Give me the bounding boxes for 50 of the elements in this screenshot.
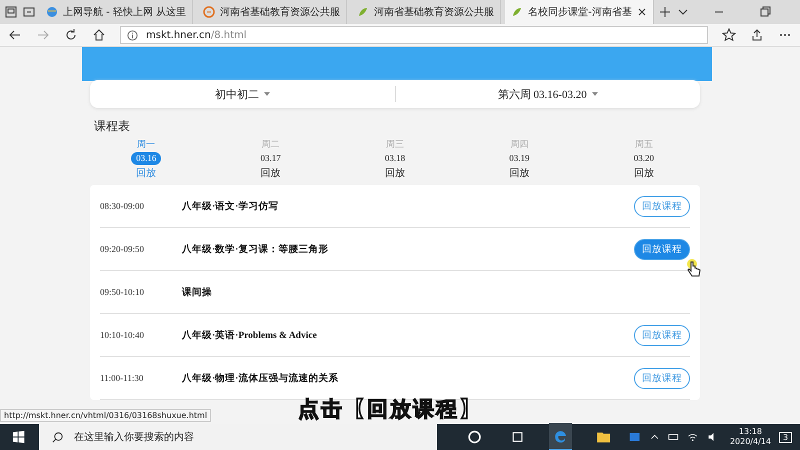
close-icon[interactable] bbox=[636, 7, 647, 17]
new-tab-icon[interactable] bbox=[658, 5, 672, 19]
refresh-icon[interactable] bbox=[64, 28, 78, 42]
day-tab[interactable]: 周三 03.18 回放 bbox=[332, 138, 458, 180]
back-icon[interactable] bbox=[8, 28, 22, 42]
lesson-title: 课间操 bbox=[182, 286, 213, 298]
lesson-title: 八年级·语文·学习仿写 bbox=[182, 200, 280, 212]
status-url: http://mskt.hner.cn/vhtml/0316/03168shuxue.html bbox=[0, 409, 212, 422]
lesson-title: 八年级·数学·复习课：等腰三角形 bbox=[182, 243, 330, 256]
share-icon[interactable] bbox=[750, 28, 764, 42]
clock[interactable]: 13:18 2020/4/14 bbox=[730, 427, 771, 447]
week-dropdown[interactable]: 第六周 03.16-03.20 bbox=[494, 84, 602, 104]
edge-browser-icon[interactable] bbox=[548, 423, 572, 450]
star-icon[interactable] bbox=[722, 28, 736, 42]
lesson-title: 八年级·物理·流体压强与流速的关系 bbox=[182, 372, 340, 384]
day-tab[interactable]: 周二 03.17 回放 bbox=[208, 138, 333, 180]
battery-icon[interactable] bbox=[668, 431, 680, 443]
restore-icon[interactable] bbox=[758, 5, 772, 19]
info-icon bbox=[127, 30, 138, 40]
wifi-icon[interactable] bbox=[687, 431, 699, 443]
windows-start-icon[interactable] bbox=[12, 430, 26, 444]
url-host: mskt.hner.cn bbox=[146, 30, 211, 40]
video-caption: 点击【回放课程】 bbox=[298, 396, 482, 423]
replay-button[interactable]: 回放课程 bbox=[634, 238, 690, 260]
caret-icon bbox=[592, 92, 598, 96]
home-icon[interactable] bbox=[92, 28, 106, 42]
lesson-time: 09:20-09:50 bbox=[100, 244, 145, 254]
grade-dropdown[interactable]: 初中初二 bbox=[210, 84, 274, 104]
search-icon bbox=[51, 430, 64, 444]
lesson-time: 08:30-09:00 bbox=[100, 201, 145, 211]
notification-button[interactable]: 3 bbox=[778, 432, 792, 442]
lesson-title: 八年级·英语·Problems & Advice bbox=[182, 329, 318, 342]
globe-favicon-icon bbox=[46, 6, 58, 18]
tab-preview-icon[interactable] bbox=[4, 5, 18, 19]
set-aside-tabs-icon[interactable] bbox=[22, 5, 36, 19]
lesson-time: 09:50-10:10 bbox=[100, 287, 145, 297]
taskbar-search-field[interactable]: 在这里输入你要搜索的内容 bbox=[39, 424, 437, 450]
circle-favicon-icon bbox=[203, 6, 216, 18]
day-tab[interactable]: 周四 03.19 回放 bbox=[457, 138, 582, 180]
schedule-title: 课程表 bbox=[94, 118, 131, 135]
url-path: /8.html bbox=[210, 30, 247, 40]
leaf-favicon-icon bbox=[511, 6, 524, 18]
lesson-time: 11:00-11:30 bbox=[100, 373, 144, 383]
browser-tab[interactable]: 名校同步课堂-河南省基 bbox=[505, 0, 654, 24]
address-bar[interactable]: mskt.hner.cn/8.html bbox=[120, 26, 708, 44]
day-tab[interactable]: 周五 03.20 回放 bbox=[582, 138, 706, 180]
day-tab[interactable]: 周一 03.16 回放 bbox=[84, 138, 208, 180]
leaf-favicon-icon bbox=[357, 6, 370, 18]
caret-icon bbox=[264, 92, 270, 96]
lesson-time: 10:10-10:40 bbox=[100, 330, 145, 340]
